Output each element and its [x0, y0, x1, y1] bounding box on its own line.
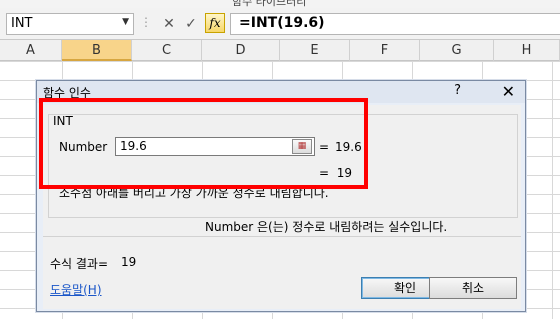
help-link[interactable]: 도움말(H): [50, 281, 102, 298]
column-headers: A B C D E F G H: [0, 40, 560, 61]
chevron-down-icon[interactable]: ▼: [122, 17, 129, 27]
argument-value: 19.6: [120, 139, 147, 153]
function-group: INT Number 19.6 ▦ = 19.6 = 19 소수점 아래를 버리…: [48, 114, 518, 218]
enter-formula-icon[interactable]: ✓: [182, 14, 200, 34]
help-icon[interactable]: ?: [454, 83, 461, 98]
column-header-a[interactable]: A: [0, 40, 62, 61]
dialog-title-bar[interactable]: 함수 인수 ? ✕: [37, 81, 525, 103]
formula-input[interactable]: =INT(19.6): [230, 13, 560, 35]
column-header-g[interactable]: G: [420, 40, 494, 61]
formula-bar: INT ▼ ⋮ ✕ ✓ fx =INT(19.6): [0, 8, 560, 40]
ribbon-group-strip: 함수 라이브러리: [0, 0, 560, 8]
function-arguments-dialog: 함수 인수 ? ✕ INT Number 19.6 ▦ = 19.6 = 19 …: [36, 80, 526, 312]
name-box[interactable]: INT ▼: [6, 13, 134, 35]
dialog-title: 함수 인수: [43, 86, 91, 100]
argument-description: Number 은(는) 정수로 내림하려는 실수입니다.: [205, 220, 448, 234]
column-header-c[interactable]: C: [132, 40, 202, 61]
number-argument-input[interactable]: 19.6 ▦: [115, 137, 315, 156]
close-icon[interactable]: ✕: [502, 82, 515, 101]
name-box-value: INT: [11, 16, 33, 31]
column-header-d[interactable]: D: [202, 40, 280, 61]
formula-text: =INT(19.6): [239, 15, 325, 31]
function-result-value: 19: [336, 166, 352, 180]
argument-result: 19.6: [335, 140, 362, 154]
argument-label: Number: [59, 140, 108, 154]
column-header-e[interactable]: E: [280, 40, 350, 61]
dialog-body: INT Number 19.6 ▦ = 19.6 = 19 소수점 아래를 버리…: [43, 105, 521, 309]
argument-equals: =: [319, 140, 330, 154]
formula-result-value: 19: [121, 255, 137, 269]
formula-result-label: 수식 결과=: [50, 257, 109, 271]
collapse-dialog-icon[interactable]: ▦: [292, 139, 312, 154]
function-result-equals: =: [319, 166, 330, 180]
cancel-formula-icon[interactable]: ✕: [160, 14, 178, 34]
divider: [43, 236, 521, 237]
function-result: = 19: [319, 166, 352, 180]
ribbon-group-label: 함수 라이브러리: [232, 0, 307, 8]
insert-function-icon[interactable]: fx: [205, 13, 225, 33]
column-header-b[interactable]: B: [62, 40, 132, 61]
function-name: INT: [53, 114, 73, 128]
column-header-f[interactable]: F: [350, 40, 420, 61]
grip-icon[interactable]: ⋮: [140, 15, 152, 33]
cancel-button[interactable]: 취소: [429, 277, 517, 299]
function-description: 소수점 아래를 버리고 가장 가까운 정수로 내림합니다.: [59, 186, 329, 200]
column-header-h[interactable]: H: [494, 40, 560, 61]
